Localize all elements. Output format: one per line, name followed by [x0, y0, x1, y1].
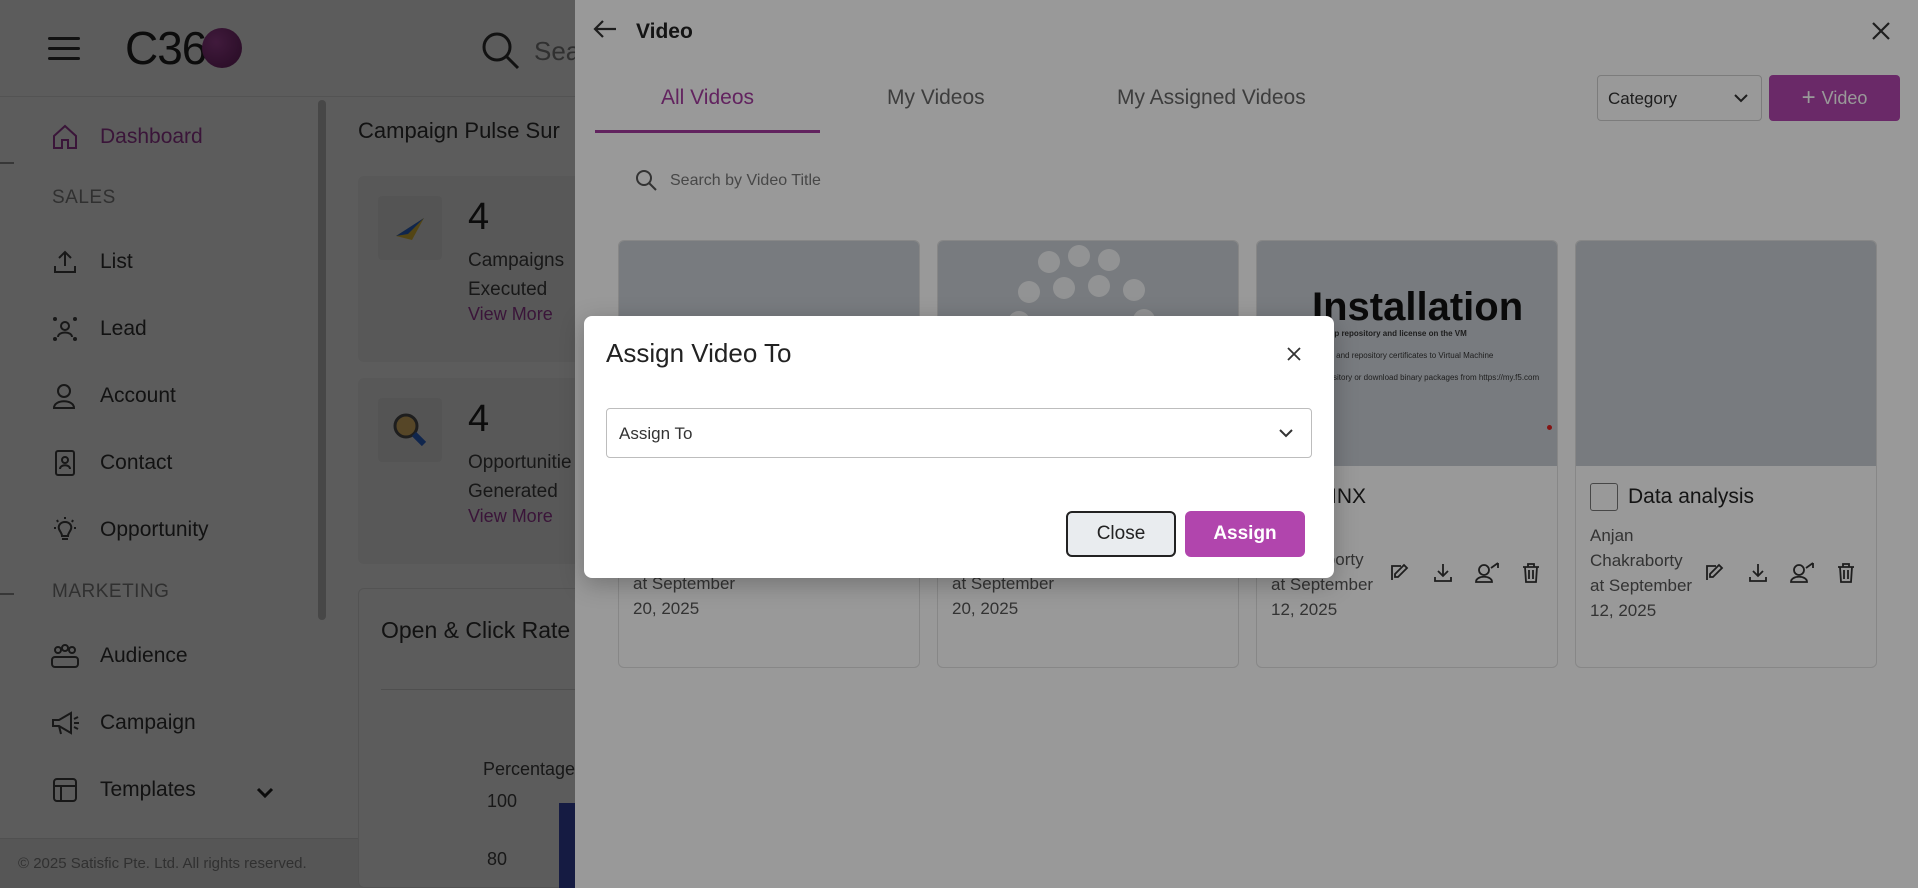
close-icon[interactable]	[1286, 346, 1302, 367]
modal-title: Assign Video To	[606, 338, 792, 368]
close-button[interactable]: Close	[1066, 511, 1176, 557]
assign-video-modal: Assign Video To Assign To Close Assign	[584, 316, 1334, 578]
assign-to-select[interactable]: Assign To	[606, 408, 1312, 458]
chevron-down-icon	[1277, 425, 1295, 445]
assign-to-placeholder: Assign To	[619, 424, 693, 443]
assign-button[interactable]: Assign	[1185, 511, 1305, 557]
